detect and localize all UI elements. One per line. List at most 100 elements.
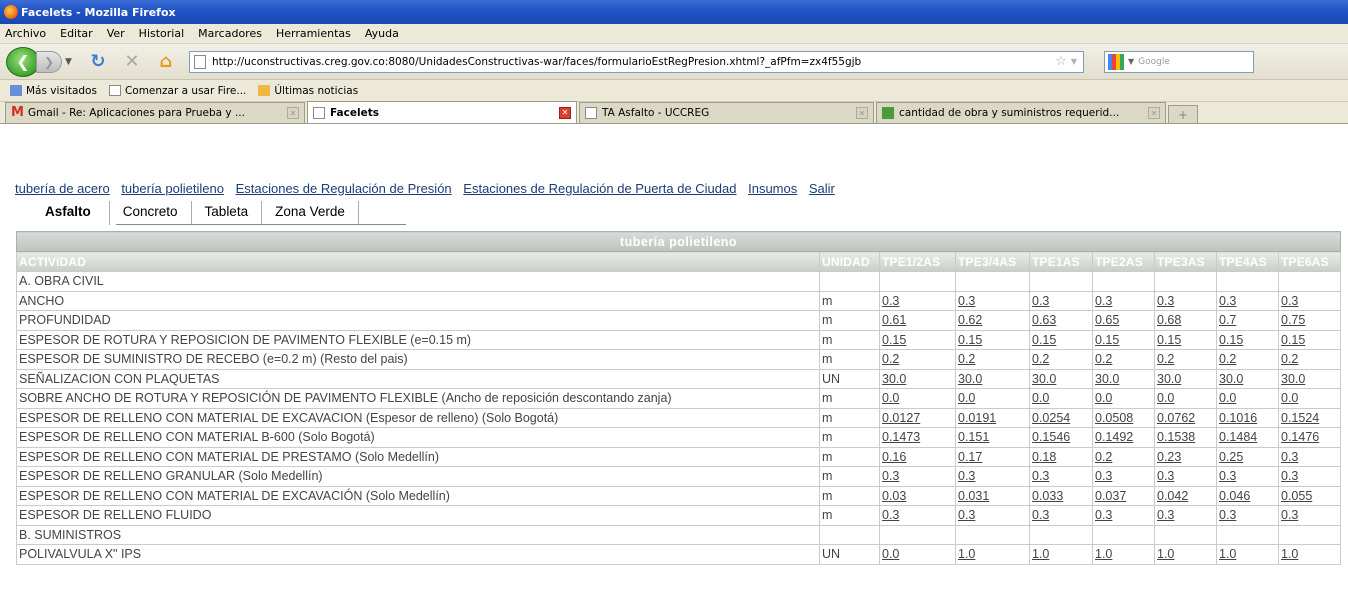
url-text[interactable]: http://uconstructivas.creg.gov.co:8080/U… <box>212 56 861 68</box>
value-link[interactable]: 0.65 <box>1095 313 1119 327</box>
close-tab-icon[interactable]: ✕ <box>287 107 299 119</box>
value-link[interactable]: 0.033 <box>1032 489 1063 503</box>
menu-ayuda[interactable]: Ayuda <box>365 27 399 40</box>
value-link[interactable]: 0.3 <box>1032 294 1049 308</box>
value-link[interactable]: 0.0127 <box>882 411 920 425</box>
value-link[interactable]: 0.15 <box>1095 333 1119 347</box>
value-link[interactable]: 0.3 <box>1281 469 1298 483</box>
value-link[interactable]: 0.3 <box>1157 469 1174 483</box>
link-tuberia-acero[interactable]: tubería de acero <box>15 181 110 196</box>
link-tuberia-polietileno[interactable]: tubería polietileno <box>121 181 224 196</box>
value-link[interactable]: 0.0254 <box>1032 411 1070 425</box>
value-link[interactable]: 0.75 <box>1281 313 1305 327</box>
value-link[interactable]: 0.151 <box>958 430 989 444</box>
value-link[interactable]: 30.0 <box>1095 372 1119 386</box>
tab-concreto[interactable]: Concreto <box>110 201 192 225</box>
browser-tab-cantidad[interactable]: cantidad de obra y suministros requerid.… <box>876 102 1166 123</box>
value-link[interactable]: 0.037 <box>1095 489 1126 503</box>
value-link[interactable]: 0.0 <box>1032 391 1049 405</box>
search-box[interactable]: ▼ Google <box>1104 50 1254 73</box>
new-tab-button[interactable]: + <box>1168 105 1198 123</box>
value-link[interactable]: 0.25 <box>1219 450 1243 464</box>
value-link[interactable]: 0.1524 <box>1281 411 1319 425</box>
browser-tab-ta-asfalto[interactable]: TA Asfalto - UCCREG ✕ <box>579 102 874 123</box>
value-link[interactable]: 0.2 <box>1219 352 1236 366</box>
value-link[interactable]: 0.61 <box>882 313 906 327</box>
value-link[interactable]: 0.3 <box>1219 294 1236 308</box>
google-icon[interactable] <box>1108 53 1124 70</box>
menu-editar[interactable]: Editar <box>60 27 93 40</box>
browser-tab-facelets[interactable]: Facelets ✕ <box>307 101 577 123</box>
value-link[interactable]: 30.0 <box>1032 372 1056 386</box>
value-link[interactable]: 0.3 <box>882 508 899 522</box>
value-link[interactable]: 0.0762 <box>1157 411 1195 425</box>
menu-herramientas[interactable]: Herramientas <box>276 27 351 40</box>
reload-icon[interactable]: ↻ <box>85 49 111 75</box>
forward-button[interactable]: ❯ <box>36 50 62 73</box>
value-link[interactable]: 30.0 <box>1157 372 1181 386</box>
value-link[interactable]: 30.0 <box>882 372 906 386</box>
close-tab-icon[interactable]: ✕ <box>1148 107 1160 119</box>
link-estaciones-regulacion-presion[interactable]: Estaciones de Regulación de Presión <box>236 181 452 196</box>
tab-asfalto[interactable]: Asfalto <box>30 201 110 225</box>
value-link[interactable]: 0.3 <box>1032 508 1049 522</box>
value-link[interactable]: 0.1473 <box>882 430 920 444</box>
value-link[interactable]: 0.62 <box>958 313 982 327</box>
value-link[interactable]: 0.055 <box>1281 489 1312 503</box>
value-link[interactable]: 0.0 <box>1219 391 1236 405</box>
value-link[interactable]: 0.1538 <box>1157 430 1195 444</box>
value-link[interactable]: 0.3 <box>958 469 975 483</box>
star-icon[interactable]: ☆ <box>1055 54 1067 69</box>
value-link[interactable]: 0.7 <box>1219 313 1236 327</box>
value-link[interactable]: 0.3 <box>958 508 975 522</box>
value-link[interactable]: 0.3 <box>1095 294 1112 308</box>
url-dropdown-icon[interactable]: ▼ <box>1071 57 1077 66</box>
value-link[interactable]: 0.3 <box>1219 469 1236 483</box>
link-insumos[interactable]: Insumos <box>748 181 797 196</box>
value-link[interactable]: 0.1546 <box>1032 430 1070 444</box>
value-link[interactable]: 30.0 <box>1281 372 1305 386</box>
value-link[interactable]: 0.046 <box>1219 489 1250 503</box>
value-link[interactable]: 0.031 <box>958 489 989 503</box>
value-link[interactable]: 0.0 <box>958 391 975 405</box>
value-link[interactable]: 0.0508 <box>1095 411 1133 425</box>
value-link[interactable]: 0.17 <box>958 450 982 464</box>
tab-zona-verde[interactable]: Zona Verde <box>262 201 359 225</box>
value-link[interactable]: 0.3 <box>1157 508 1174 522</box>
value-link[interactable]: 0.3 <box>1219 508 1236 522</box>
menu-archivo[interactable]: Archivo <box>5 27 46 40</box>
browser-tab-gmail[interactable]: M Gmail - Re: Aplicaciones para Prueba y… <box>5 102 305 123</box>
value-link[interactable]: 0.3 <box>1157 294 1174 308</box>
value-link[interactable]: 0.0 <box>1157 391 1174 405</box>
value-link[interactable]: 0.042 <box>1157 489 1188 503</box>
value-link[interactable]: 0.1016 <box>1219 411 1257 425</box>
value-link[interactable]: 0.1492 <box>1095 430 1133 444</box>
menu-ver[interactable]: Ver <box>107 27 125 40</box>
value-link[interactable]: 1.0 <box>1032 547 1049 561</box>
menu-marcadores[interactable]: Marcadores <box>198 27 262 40</box>
history-dropdown-icon[interactable]: ▼ <box>65 57 77 67</box>
value-link[interactable]: 30.0 <box>958 372 982 386</box>
value-link[interactable]: 0.1476 <box>1281 430 1319 444</box>
bookmark-mas-visitados[interactable]: Más visitados <box>10 85 97 97</box>
value-link[interactable]: 0.0 <box>1281 391 1298 405</box>
home-icon[interactable]: ⌂ <box>153 49 179 75</box>
value-link[interactable]: 0.3 <box>882 294 899 308</box>
value-link[interactable]: 0.3 <box>958 294 975 308</box>
value-link[interactable]: 0.2 <box>1095 352 1112 366</box>
value-link[interactable]: 0.23 <box>1157 450 1181 464</box>
value-link[interactable]: 1.0 <box>958 547 975 561</box>
tab-tableta[interactable]: Tableta <box>192 201 263 225</box>
search-engine-dropdown-icon[interactable]: ▼ <box>1128 57 1134 66</box>
value-link[interactable]: 0.3 <box>1281 450 1298 464</box>
value-link[interactable]: 0.15 <box>1219 333 1243 347</box>
value-link[interactable]: 0.3 <box>1281 294 1298 308</box>
value-link[interactable]: 1.0 <box>1095 547 1112 561</box>
bookmark-comenzar[interactable]: Comenzar a usar Fire... <box>108 85 246 97</box>
value-link[interactable]: 0.3 <box>1095 469 1112 483</box>
value-link[interactable]: 0.0 <box>1095 391 1112 405</box>
value-link[interactable]: 0.15 <box>1157 333 1181 347</box>
value-link[interactable]: 0.68 <box>1157 313 1181 327</box>
value-link[interactable]: 0.1484 <box>1219 430 1257 444</box>
url-bar[interactable]: http://uconstructivas.creg.gov.co:8080/U… <box>189 50 1084 73</box>
